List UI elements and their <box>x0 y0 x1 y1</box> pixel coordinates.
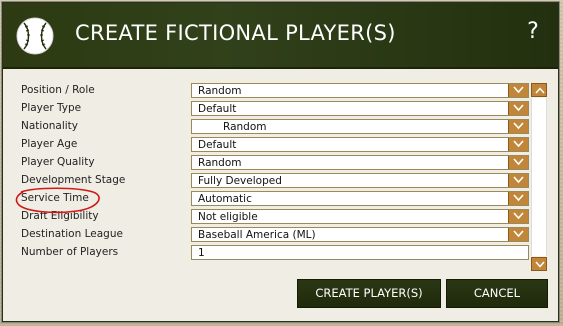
field-row-service-time: Service Time Automatic <box>19 191 531 209</box>
baseball-icon <box>15 16 55 56</box>
nationality-value: Random <box>223 121 267 133</box>
player-age-select[interactable]: Default <box>191 137 529 152</box>
destination-league-select[interactable]: Baseball America (ML) <box>191 227 529 242</box>
player-type-select[interactable]: Default <box>191 101 529 116</box>
draft-eligibility-value: Not eligible <box>198 211 258 223</box>
field-row-number-of-players: Number of Players 1 <box>19 245 531 263</box>
cancel-button[interactable]: CANCEL <box>446 279 548 308</box>
field-row-nationality: Nationality Random <box>19 119 531 137</box>
chevron-down-icon[interactable] <box>508 192 528 205</box>
nationality-label: Nationality <box>21 120 79 132</box>
form-scrollbar[interactable] <box>531 83 547 271</box>
chevron-down-icon[interactable] <box>531 257 547 271</box>
chevron-down-icon[interactable] <box>508 102 528 115</box>
dialog-title: CREATE FICTIONAL PLAYER(S) <box>75 21 396 45</box>
chevron-down-icon[interactable] <box>508 228 528 241</box>
destination-league-label: Destination League <box>21 228 123 240</box>
service-time-value: Automatic <box>198 193 252 205</box>
position-role-select[interactable]: Random <box>191 83 529 98</box>
player-quality-select[interactable]: Random <box>191 155 529 170</box>
field-row-position-role: Position / Role Random <box>19 83 531 101</box>
field-row-development-stage: Development Stage Fully Developed <box>19 173 531 191</box>
chevron-down-icon[interactable] <box>508 210 528 223</box>
number-of-players-input[interactable]: 1 <box>191 245 529 260</box>
player-type-value: Default <box>198 103 237 115</box>
player-quality-label: Player Quality <box>21 156 95 168</box>
player-age-label: Player Age <box>21 138 78 150</box>
field-row-draft-eligibility: Draft Eligibility Not eligible <box>19 209 531 227</box>
help-button[interactable]: ? <box>522 17 544 47</box>
destination-league-value: Baseball America (ML) <box>198 229 316 241</box>
draft-eligibility-label: Draft Eligibility <box>21 210 99 222</box>
dialog-titlebar: CREATE FICTIONAL PLAYER(S) ? <box>3 3 558 69</box>
service-time-select[interactable]: Automatic <box>191 191 529 206</box>
field-row-player-age: Player Age Default <box>19 137 531 155</box>
draft-eligibility-select[interactable]: Not eligible <box>191 209 529 224</box>
service-time-label: Service Time <box>21 192 89 204</box>
chevron-down-icon[interactable] <box>508 138 528 151</box>
development-stage-label: Development Stage <box>21 174 126 186</box>
number-of-players-value: 1 <box>198 247 205 259</box>
development-stage-value: Fully Developed <box>198 175 282 187</box>
field-row-destination-league: Destination League Baseball America (ML) <box>19 227 531 245</box>
scroll-track[interactable] <box>531 98 547 256</box>
position-role-label: Position / Role <box>21 84 95 96</box>
nationality-select[interactable]: Random <box>191 119 529 134</box>
chevron-down-icon[interactable] <box>508 84 528 97</box>
player-age-value: Default <box>198 139 237 151</box>
create-players-button[interactable]: CREATE PLAYER(S) <box>297 279 441 308</box>
position-role-value: Random <box>198 85 242 97</box>
field-row-player-quality: Player Quality Random <box>19 155 531 173</box>
player-type-label: Player Type <box>21 102 82 114</box>
field-row-player-type: Player Type Default <box>19 101 531 119</box>
development-stage-select[interactable]: Fully Developed <box>191 173 529 188</box>
chevron-up-icon[interactable] <box>531 83 547 97</box>
number-of-players-label: Number of Players <box>21 246 119 258</box>
chevron-down-icon[interactable] <box>508 120 528 133</box>
create-fictional-player-dialog: CREATE FICTIONAL PLAYER(S) ? Position / … <box>2 2 559 322</box>
player-quality-value: Random <box>198 157 242 169</box>
player-options-form: Position / Role Random Player Type Defau… <box>19 83 531 273</box>
chevron-down-icon[interactable] <box>508 156 528 169</box>
chevron-down-icon[interactable] <box>508 174 528 187</box>
